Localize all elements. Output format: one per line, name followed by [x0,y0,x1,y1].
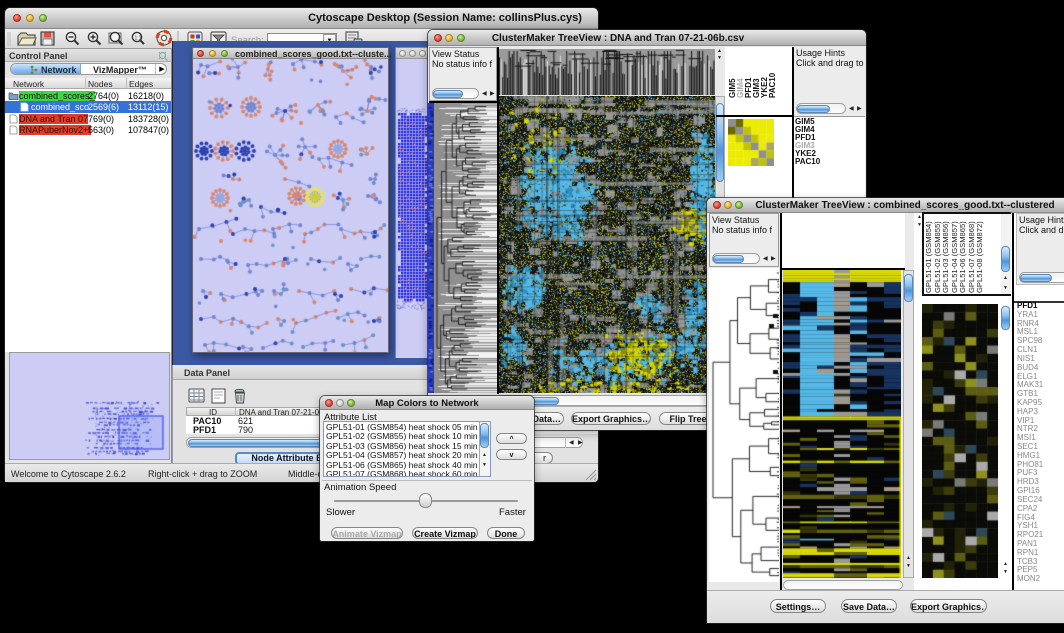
svg-text:1:1: 1:1 [135,36,142,42]
